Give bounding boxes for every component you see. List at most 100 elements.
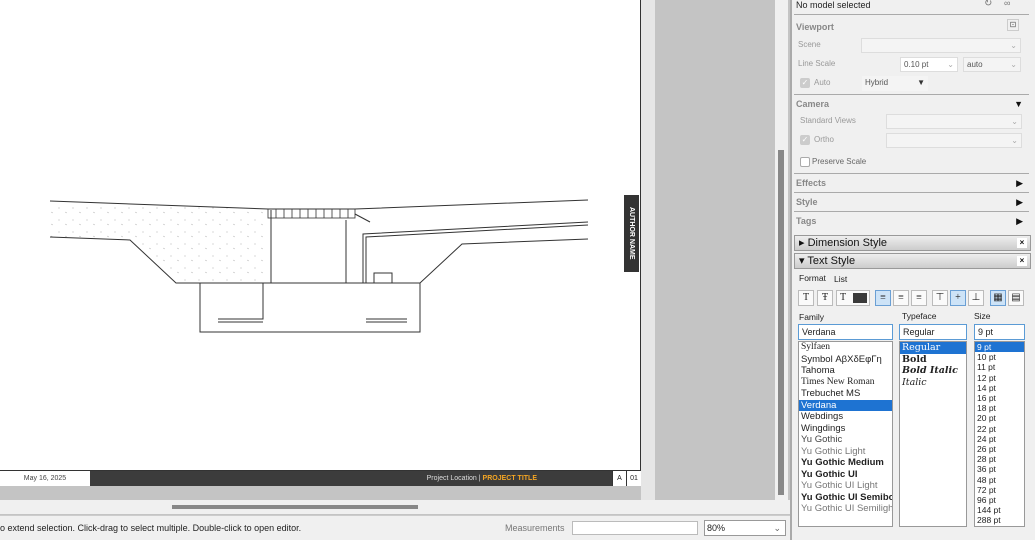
list-item[interactable]: Symbol ΑβΧδΕφΓη bbox=[799, 354, 892, 366]
list-item[interactable]: Webdings bbox=[799, 411, 892, 423]
tab-format[interactable]: Format bbox=[799, 273, 826, 283]
list-item[interactable]: Tahoma bbox=[799, 365, 892, 377]
expand-triangle-icon[interactable]: ▶ bbox=[1016, 178, 1023, 189]
list-item[interactable]: 10 pt bbox=[975, 352, 1024, 362]
scene-select[interactable]: ⌄ bbox=[861, 38, 1021, 53]
zoom-select[interactable]: 80% ⌄ bbox=[704, 520, 786, 536]
text-color-button[interactable]: T bbox=[836, 290, 870, 306]
list-item[interactable]: 18 pt bbox=[975, 403, 1024, 413]
title-block: May 16, 2025 Project Location | PROJECT … bbox=[0, 470, 641, 486]
status-message: o extend selection. Click-drag to select… bbox=[0, 523, 302, 533]
size-list[interactable]: 9 pt 10 pt 11 pt 12 pt 14 pt 16 pt 18 pt 20 pt 2… bbox=[974, 341, 1025, 527]
unlock-icon[interactable]: ⊡ bbox=[1007, 19, 1019, 31]
sheet-number: 01 bbox=[626, 471, 641, 486]
anchor-top-icon[interactable]: ⊤ bbox=[932, 290, 948, 306]
typeface-label: Typeface bbox=[902, 311, 937, 321]
align-right-icon[interactable]: ≡ bbox=[911, 290, 927, 306]
dimension-style-header[interactable]: ▸ Dimension Style × bbox=[794, 235, 1031, 251]
list-item[interactable]: Sylfaen bbox=[799, 342, 892, 354]
typeface-input[interactable]: Regular bbox=[899, 324, 967, 340]
list-item[interactable]: 48 pt bbox=[975, 475, 1024, 485]
list-item[interactable]: Wingdings bbox=[799, 423, 892, 435]
family-label: Family bbox=[799, 312, 825, 322]
style-section[interactable]: Style bbox=[796, 197, 1029, 207]
list-item[interactable]: Yu Gothic UI Semilight bbox=[799, 503, 892, 515]
leader-off-icon[interactable]: ▤ bbox=[1008, 290, 1024, 306]
list-item[interactable]: Trebuchet MS bbox=[799, 388, 892, 400]
tab-list[interactable]: List bbox=[834, 274, 847, 284]
family-list[interactable]: Sylfaen Symbol ΑβΧδΕφΓη Tahoma Times New Ro… bbox=[798, 341, 893, 527]
list-item[interactable]: 14 pt bbox=[975, 383, 1024, 393]
line-scale-mode-select[interactable]: auto ⌄ bbox=[963, 57, 1021, 72]
list-item[interactable]: 36 pt bbox=[975, 464, 1024, 474]
list-item[interactable]: Yu Gothic Light bbox=[799, 446, 892, 458]
list-item[interactable]: 11 pt bbox=[975, 362, 1024, 372]
list-item[interactable]: 288 pt bbox=[975, 515, 1024, 525]
close-icon[interactable]: × bbox=[1017, 256, 1027, 266]
list-item[interactable]: 22 pt bbox=[975, 424, 1024, 434]
list-item[interactable]: Yu Gothic UI bbox=[799, 469, 892, 481]
author-name: AUTHOR NAME bbox=[624, 195, 639, 272]
list-item[interactable]: Times New Roman bbox=[799, 377, 892, 389]
align-center-icon[interactable]: ≡ bbox=[893, 290, 909, 306]
size-input[interactable]: 9 pt bbox=[974, 324, 1025, 340]
link-icon[interactable]: ∞ bbox=[1004, 0, 1010, 8]
status-bar: o extend selection. Click-drag to select… bbox=[0, 515, 790, 540]
measurements-input[interactable] bbox=[572, 521, 698, 535]
collapse-triangle-icon[interactable]: ▼ bbox=[1014, 99, 1023, 109]
anchor-bottom-icon[interactable]: ⊥ bbox=[968, 290, 984, 306]
family-input[interactable]: Verdana bbox=[798, 324, 893, 340]
standard-views-select[interactable]: ⌄ bbox=[886, 114, 1022, 129]
vertical-scroll-thumb[interactable] bbox=[778, 150, 784, 495]
ortho-label: Ortho bbox=[814, 135, 835, 144]
list-item[interactable]: Yu Gothic UI Light bbox=[799, 480, 892, 492]
chevron-down-icon: ⌄ bbox=[773, 523, 781, 533]
expand-triangle-icon[interactable]: ▶ bbox=[1016, 197, 1023, 208]
align-left-icon[interactable]: ≡ bbox=[875, 290, 891, 306]
ortho-select[interactable]: ⌄ bbox=[886, 133, 1022, 148]
ortho-checkbox[interactable]: ✓ bbox=[800, 135, 810, 145]
list-item[interactable]: Bold bbox=[900, 354, 966, 366]
render-mode-select[interactable]: Hybrid ▼ bbox=[862, 76, 928, 91]
text-style-header[interactable]: ▾ Text Style × bbox=[794, 253, 1031, 269]
list-item[interactable]: Verdana bbox=[799, 399, 892, 411]
close-icon[interactable]: × bbox=[1017, 238, 1027, 248]
list-item[interactable]: 28 pt bbox=[975, 454, 1024, 464]
list-item[interactable]: Regular bbox=[900, 342, 966, 354]
viewport-section[interactable]: Viewport bbox=[796, 22, 1029, 32]
auto-checkbox[interactable]: ✓ bbox=[800, 78, 810, 88]
camera-section[interactable]: Camera bbox=[796, 99, 1029, 109]
model-label: No model selected bbox=[796, 0, 871, 10]
list-item[interactable]: Yu Gothic UI Semibold bbox=[799, 492, 892, 504]
list-item[interactable]: 96 pt bbox=[975, 495, 1024, 505]
list-item[interactable]: 9 pt bbox=[975, 342, 1024, 353]
project-title: PROJECT TITLE bbox=[482, 475, 537, 482]
text-outline-icon[interactable]: Ŧ bbox=[817, 290, 833, 306]
list-item[interactable]: Yu Gothic bbox=[799, 434, 892, 446]
auto-label: Auto bbox=[814, 78, 831, 87]
layout-page[interactable] bbox=[0, 0, 641, 486]
tags-section[interactable]: Tags bbox=[796, 216, 1029, 226]
list-item[interactable]: 16 pt bbox=[975, 393, 1024, 403]
size-label: Size bbox=[974, 311, 991, 321]
list-item[interactable]: Yu Gothic Medium bbox=[799, 457, 892, 469]
measurements-label: Measurements bbox=[505, 523, 565, 533]
list-item[interactable]: 26 pt bbox=[975, 444, 1024, 454]
list-item[interactable]: Italic bbox=[900, 377, 966, 389]
horizontal-scroll-thumb[interactable] bbox=[172, 505, 418, 509]
effects-section[interactable]: Effects bbox=[796, 178, 1029, 188]
leader-on-icon[interactable]: ▦ bbox=[990, 290, 1006, 306]
anchor-middle-icon[interactable]: + bbox=[950, 290, 966, 306]
text-plain-icon[interactable]: T bbox=[798, 290, 814, 306]
list-item[interactable]: 20 pt bbox=[975, 413, 1024, 423]
list-item[interactable]: 144 pt bbox=[975, 505, 1024, 515]
typeface-list[interactable]: Regular Bold Bold Italic Italic bbox=[899, 341, 967, 527]
expand-triangle-icon[interactable]: ▶ bbox=[1016, 216, 1023, 227]
line-scale-select[interactable]: 0.10 pt ⌄ bbox=[900, 57, 958, 72]
list-item[interactable]: Bold Italic bbox=[900, 365, 966, 377]
list-item[interactable]: 72 pt bbox=[975, 485, 1024, 495]
list-item[interactable]: 12 pt bbox=[975, 373, 1024, 383]
list-item[interactable]: 24 pt bbox=[975, 434, 1024, 444]
refresh-icon[interactable]: ↻ bbox=[984, 0, 992, 9]
preserve-scale-checkbox[interactable] bbox=[800, 157, 810, 167]
